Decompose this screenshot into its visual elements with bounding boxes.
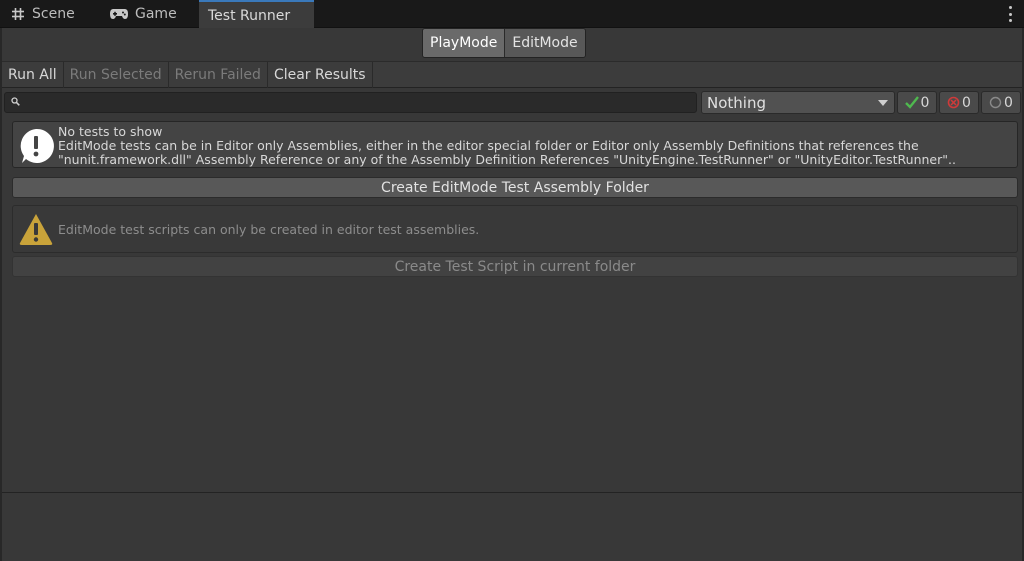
info-line-3: "nunit.framework.dll" Assembly Reference… — [58, 152, 956, 167]
chevron-down-icon — [878, 100, 888, 106]
tab-game[interactable]: Game — [99, 0, 197, 28]
create-test-script-button[interactable]: Create Test Script in current folder — [12, 256, 1018, 277]
search-input[interactable] — [4, 92, 697, 113]
info-message: No tests to show EditMode tests can be i… — [58, 125, 956, 167]
test-runner-window: Scene Game Test Runner PlayMode EditMode… — [0, 0, 1024, 561]
info-help-box: No tests to show EditMode tests can be i… — [12, 121, 1018, 168]
tab-game-label: Game — [135, 6, 177, 22]
mode-toggle: PlayMode EditMode — [422, 28, 586, 58]
clear-results-button[interactable]: Clear Results — [268, 61, 373, 88]
grid-icon — [12, 8, 24, 20]
info-icon — [20, 128, 54, 163]
create-test-assembly-folder-button[interactable]: Create EditMode Test Assembly Folder — [12, 177, 1018, 198]
filter-dropdown-value: Nothing — [707, 93, 766, 112]
details-panel — [2, 492, 1022, 561]
skipped-filter-toggle[interactable]: 0 — [981, 91, 1021, 114]
test-runner-content: PlayMode EditMode Run All Run Selected R… — [2, 28, 1022, 492]
not-run-icon — [989, 96, 1002, 109]
search-row: Nothing 0 0 0 — [2, 90, 1022, 115]
skipped-count: 0 — [1004, 94, 1013, 111]
playmode-button[interactable]: PlayMode — [423, 29, 505, 57]
editmode-button[interactable]: EditMode — [504, 29, 585, 57]
passed-filter-toggle[interactable]: 0 — [897, 91, 937, 114]
tab-test-runner-label: Test Runner — [208, 7, 291, 24]
passed-count: 0 — [920, 94, 930, 111]
search-icon — [11, 97, 20, 106]
rerun-failed-button[interactable]: Rerun Failed — [169, 61, 268, 88]
checkmark-icon — [904, 96, 919, 109]
warning-icon — [19, 214, 53, 245]
failed-icon — [947, 96, 960, 109]
warning-help-box: EditMode test scripts can only be create… — [12, 205, 1018, 253]
failed-filter-toggle[interactable]: 0 — [939, 91, 979, 114]
failed-count: 0 — [962, 94, 971, 111]
gamepad-icon — [110, 9, 128, 19]
test-toolbar: Run All Run Selected Rerun Failed Clear … — [2, 61, 1022, 88]
tab-test-runner[interactable]: Test Runner — [199, 0, 314, 29]
filter-dropdown[interactable]: Nothing — [701, 91, 895, 114]
tab-bar: Scene Game Test Runner — [0, 0, 1024, 29]
more-options-icon[interactable] — [1009, 6, 1013, 22]
tab-scene-label: Scene — [32, 6, 75, 22]
warning-message: EditMode test scripts can only be create… — [58, 222, 480, 237]
run-selected-button[interactable]: Run Selected — [64, 61, 169, 88]
info-title: No tests to show — [58, 124, 163, 139]
run-all-button[interactable]: Run All — [2, 61, 64, 88]
tab-scene[interactable]: Scene — [0, 0, 97, 28]
info-line-2: EditMode tests can be in Editor only Ass… — [58, 138, 919, 153]
